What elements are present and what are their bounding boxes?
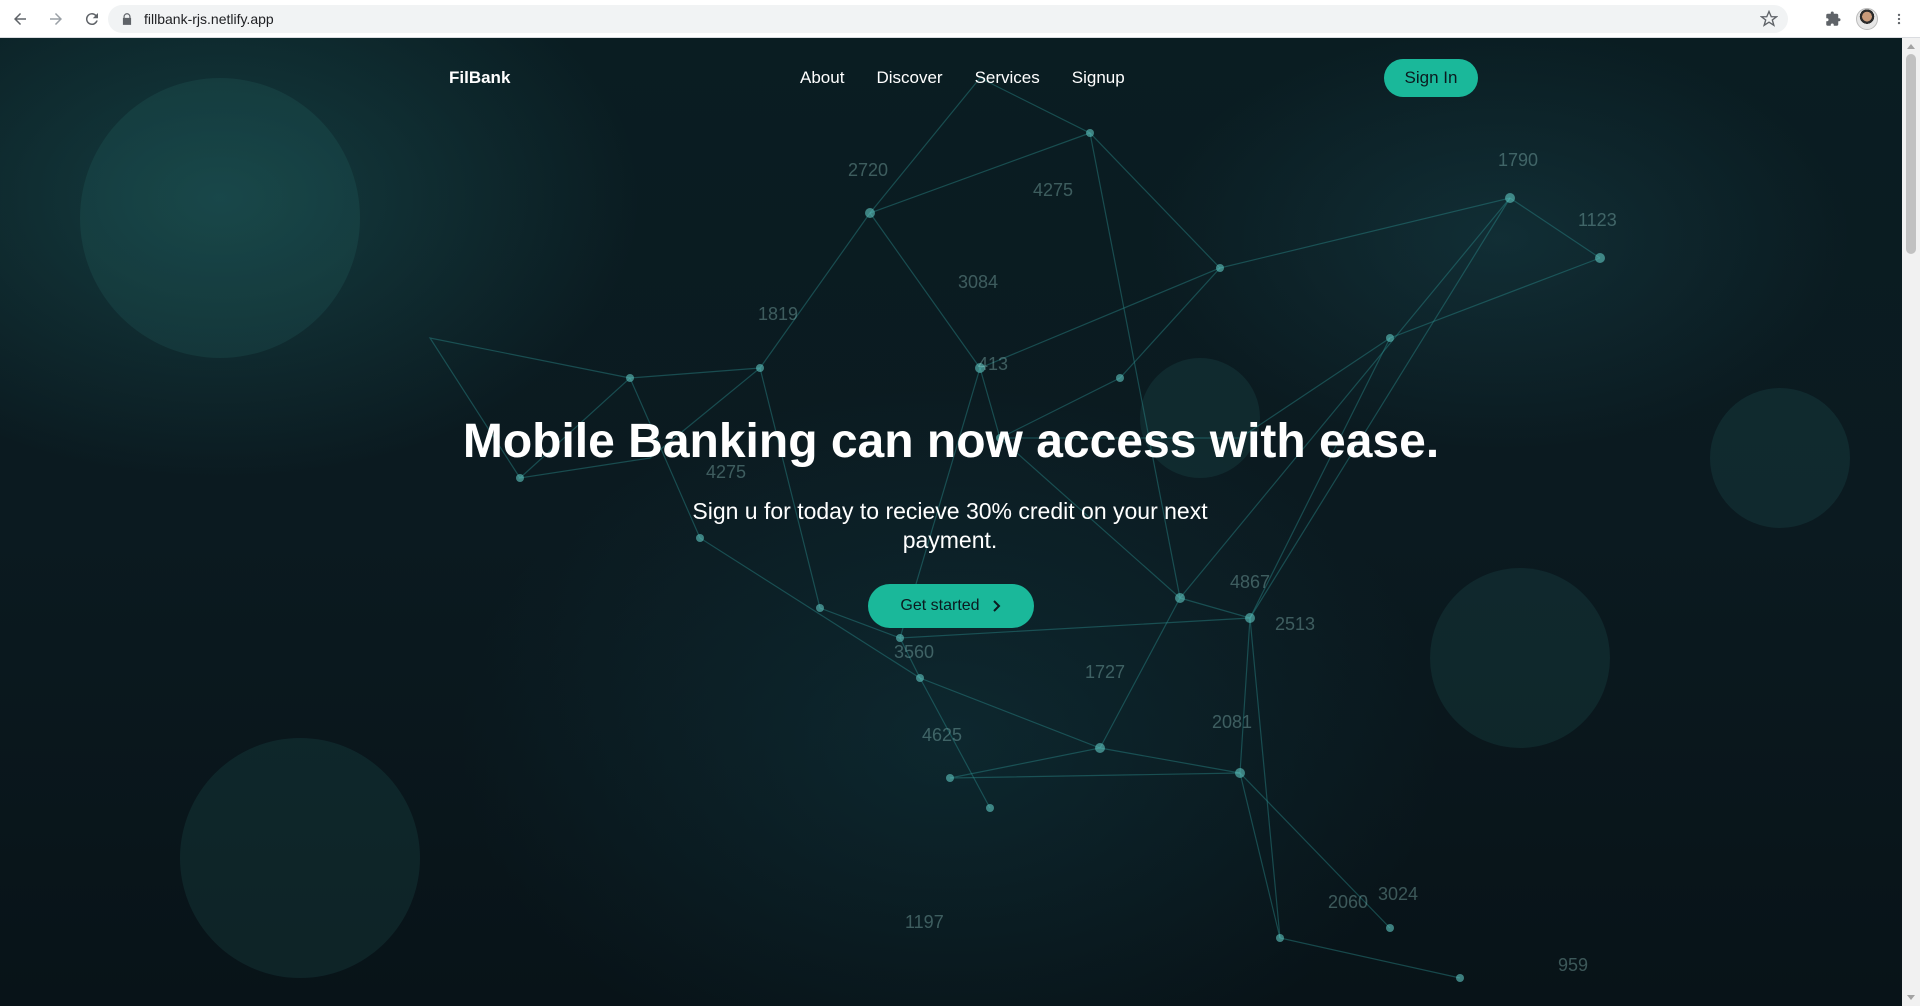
svg-text:4625: 4625: [922, 725, 962, 745]
extensions-icon[interactable]: [1824, 10, 1842, 28]
svg-text:3024: 3024: [1378, 884, 1418, 904]
nav-link-about[interactable]: About: [800, 68, 844, 88]
profile-avatar[interactable]: [1856, 8, 1878, 30]
hero-title: Mobile Banking can now access with ease.: [462, 415, 1440, 468]
svg-text:413: 413: [978, 354, 1008, 374]
svg-text:2060: 2060: [1328, 892, 1368, 912]
menu-dots-icon[interactable]: [1892, 10, 1906, 28]
svg-text:4275: 4275: [1033, 180, 1073, 200]
star-icon[interactable]: [1760, 10, 1778, 28]
lock-icon: [122, 13, 132, 25]
svg-text:1727: 1727: [1085, 662, 1125, 682]
svg-text:1819: 1819: [758, 304, 798, 324]
back-arrow-icon[interactable]: [4, 3, 36, 35]
get-started-label: Get started: [900, 597, 980, 614]
sign-in-button[interactable]: Sign In: [1384, 59, 1478, 97]
get-started-button[interactable]: Get started: [868, 584, 1034, 628]
svg-text:4867: 4867: [1230, 572, 1270, 592]
svg-text:2513: 2513: [1275, 614, 1315, 634]
svg-text:3560: 3560: [894, 642, 934, 662]
landing-page: 2720 4275 1790 1123 3084 1819 413 4275 4…: [0, 38, 1902, 1006]
nav-link-services[interactable]: Services: [975, 68, 1040, 88]
main-nav: About Discover Services Signup: [800, 68, 1125, 88]
svg-text:1790: 1790: [1498, 150, 1538, 170]
url-text: fillbank-rjs.netlify.app: [144, 11, 274, 27]
svg-text:2720: 2720: [848, 160, 888, 180]
svg-text:2081: 2081: [1212, 712, 1252, 732]
svg-text:959: 959: [1558, 955, 1588, 975]
browser-toolbar: fillbank-rjs.netlify.app: [0, 0, 1920, 38]
scroll-down-icon[interactable]: [1907, 995, 1915, 1000]
brand-logo[interactable]: FilBank: [449, 68, 510, 88]
scroll-up-icon[interactable]: [1907, 44, 1915, 49]
page-scrollbar[interactable]: [1902, 38, 1920, 1006]
nav-link-discover[interactable]: Discover: [876, 68, 942, 88]
chevron-right-icon: [992, 600, 1000, 612]
reload-icon[interactable]: [76, 3, 108, 35]
svg-text:1197: 1197: [905, 912, 944, 932]
forward-arrow-icon[interactable]: [40, 3, 72, 35]
hero-subtitle: Sign u for today to recieve 30% credit o…: [692, 498, 1208, 553]
scroll-thumb[interactable]: [1906, 54, 1916, 254]
nav-link-signup[interactable]: Signup: [1072, 68, 1125, 88]
svg-text:3084: 3084: [958, 272, 998, 292]
svg-text:1123: 1123: [1578, 210, 1617, 230]
address-bar[interactable]: fillbank-rjs.netlify.app: [108, 5, 1788, 33]
